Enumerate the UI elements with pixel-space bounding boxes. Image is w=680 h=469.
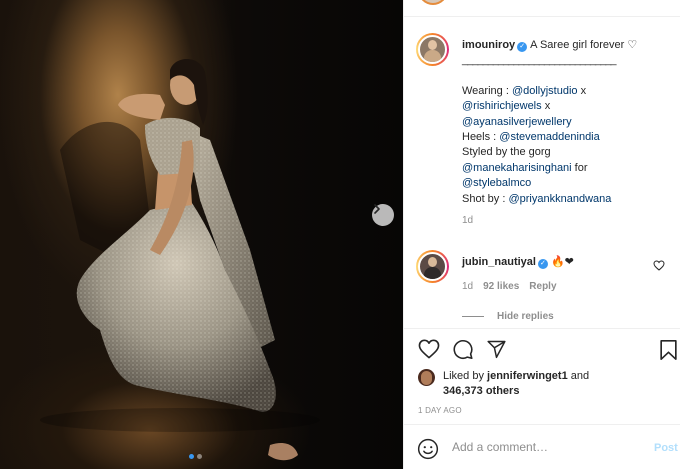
post-timestamp[interactable]: 1 DAY AGO xyxy=(418,406,462,415)
caption-mention-link[interactable]: @stylebalmco xyxy=(462,177,531,189)
heart-emoji: ♡ xyxy=(627,39,638,51)
comment-like-icon[interactable] xyxy=(653,260,665,271)
caption-line-text: Heels : xyxy=(462,131,500,144)
emoji-icon[interactable] xyxy=(417,438,439,460)
comment-box-divider xyxy=(404,424,680,425)
replies-line xyxy=(462,316,484,317)
caption-line-suffix: x xyxy=(577,84,587,97)
caption-line-suffix: x xyxy=(541,100,551,113)
author-username[interactable]: imouniroy xyxy=(462,39,515,51)
share-icon[interactable] xyxy=(486,339,507,359)
verified-badge-icon: ✓ xyxy=(517,42,528,52)
comment-time[interactable]: 1d xyxy=(462,281,473,292)
caption-rule: ______________________________ xyxy=(462,54,617,67)
caption-line-text: Shot by : xyxy=(462,192,509,205)
post-photo[interactable] xyxy=(0,0,403,469)
reply-button[interactable]: Reply xyxy=(529,281,556,292)
commenter-username[interactable]: jubin_nautiyal xyxy=(462,256,536,268)
comment-emoji: 🔥❤ xyxy=(550,256,574,268)
liked-by-and: and xyxy=(567,370,590,382)
bookmark-icon[interactable] xyxy=(659,339,678,361)
verified-badge-icon: ✓ xyxy=(537,259,548,269)
comment-meta: 1d 92 likes Reply xyxy=(462,281,557,292)
caption-headline: A Saree girl forever xyxy=(530,39,625,51)
liked-by-user[interactable]: jenniferwinget1 xyxy=(487,370,568,382)
carousel-dot-active xyxy=(189,454,194,459)
caption-time[interactable]: 1d xyxy=(462,213,672,228)
hide-replies-button[interactable]: Hide replies xyxy=(462,311,554,322)
comment-text: jubin_nautiyal ✓ 🔥❤ xyxy=(462,255,574,269)
caption-line: Styled by the gorg xyxy=(462,145,672,160)
caption-line: @stylebalmco xyxy=(462,176,672,191)
caption-line: @manekaharisinghani for xyxy=(462,161,672,176)
chevron-right-icon xyxy=(374,204,380,214)
caption-mention-link[interactable]: @stevemaddenindia xyxy=(499,131,599,143)
liked-by-prefix: Liked by xyxy=(443,370,488,382)
caption-line: Shot by : @priyankknandwana xyxy=(462,192,672,207)
add-comment-input[interactable] xyxy=(452,440,632,454)
comment-likes[interactable]: 92 likes xyxy=(483,281,519,292)
header-divider xyxy=(404,16,680,17)
commenter-avatar[interactable] xyxy=(416,250,449,283)
carousel-indicator xyxy=(189,454,202,459)
post-details-panel: imouniroy ✓ A Saree girl forever ♡ _______… xyxy=(403,0,680,469)
comment-icon[interactable] xyxy=(452,339,474,360)
caption-line-text: Wearing : xyxy=(462,84,512,97)
caption-mention-link[interactable]: @rishirichjewels xyxy=(462,100,542,112)
caption-line: Wearing : @dollyjstudio x xyxy=(462,84,672,99)
carousel-dot xyxy=(197,454,202,459)
liked-by-others[interactable]: 346,373 others xyxy=(443,385,519,397)
author-avatar[interactable] xyxy=(416,33,449,66)
caption-line: @rishirichjewels x xyxy=(462,99,672,114)
caption-mention-link[interactable]: @ayanasilverjewellery xyxy=(462,116,572,128)
heart-icon[interactable] xyxy=(418,339,440,359)
liked-by-text: Liked by jenniferwinget1 and 346,373 oth… xyxy=(443,369,643,399)
post-comment-button[interactable]: Post xyxy=(654,442,678,454)
caption-text: imouniroy ✓ A Saree girl forever ♡ _______… xyxy=(462,38,672,228)
saree-photo-illustration xyxy=(40,58,320,461)
liked-by-avatar[interactable] xyxy=(418,369,435,386)
next-photo-button[interactable] xyxy=(372,204,394,226)
header-avatar[interactable] xyxy=(418,0,448,5)
caption-mention-link[interactable]: @manekaharisinghani xyxy=(462,162,572,174)
caption-line: @ayanasilverjewellery xyxy=(462,115,672,130)
caption-line-text: Styled by the gorg xyxy=(462,146,551,159)
hide-replies-label: Hide replies xyxy=(497,311,554,322)
caption-line: Heels : @stevemaddenindia xyxy=(462,130,672,145)
caption-mention-link[interactable]: @priyankknandwana xyxy=(508,193,611,205)
actions-divider xyxy=(404,328,680,329)
caption-line-suffix: for xyxy=(571,161,588,174)
caption-mention-link[interactable]: @dollyjstudio xyxy=(512,85,578,97)
